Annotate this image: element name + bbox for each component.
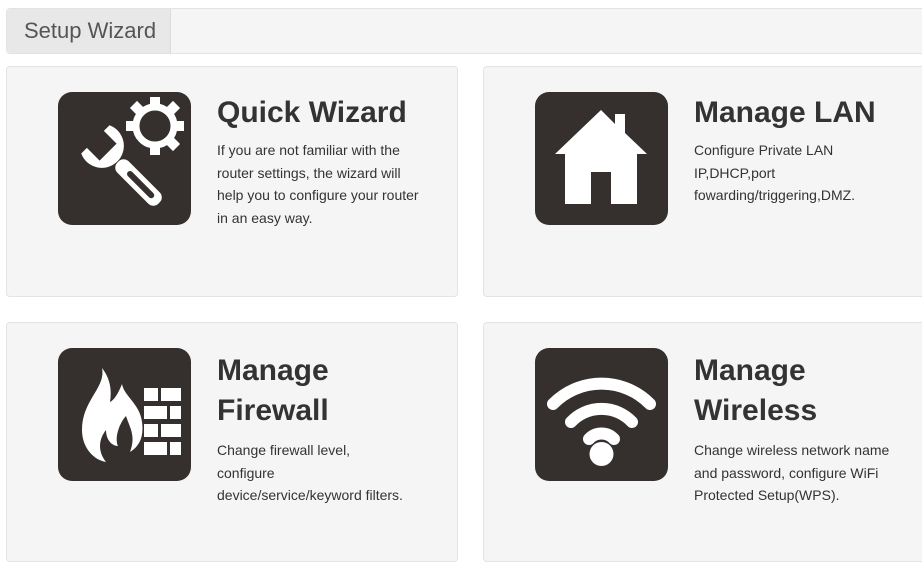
firewall-icon <box>58 348 191 481</box>
manage-firewall-card[interactable]: Manage Firewall Change firewall level, c… <box>6 322 458 562</box>
manage-wireless-card[interactable]: Manage Wireless Change wireless network … <box>483 322 922 562</box>
card-title: Manage Wireless <box>694 354 818 427</box>
card-title: Manage LAN <box>694 96 876 129</box>
wifi-icon <box>535 348 668 481</box>
header-bar: Setup Wizard <box>6 8 922 54</box>
card-description: If you are not familiar with the router … <box>217 142 419 226</box>
card-description: Change firewall level, configure device/… <box>217 442 403 503</box>
quick-wizard-card[interactable]: Quick Wizard If you are not familiar wit… <box>6 66 458 297</box>
card-description: Configure Private LAN IP,DHCP,port fowar… <box>694 142 856 203</box>
tab-setup-wizard[interactable]: Setup Wizard <box>7 9 172 53</box>
card-title: Manage Firewall <box>217 354 329 427</box>
wrench-gear-icon <box>58 92 191 225</box>
card-description: Change wireless network name and passwor… <box>694 442 890 503</box>
card-title: Quick Wizard <box>217 96 407 129</box>
house-icon <box>535 92 668 225</box>
manage-lan-card[interactable]: Manage LAN Configure Private LAN IP,DHCP… <box>483 66 922 297</box>
